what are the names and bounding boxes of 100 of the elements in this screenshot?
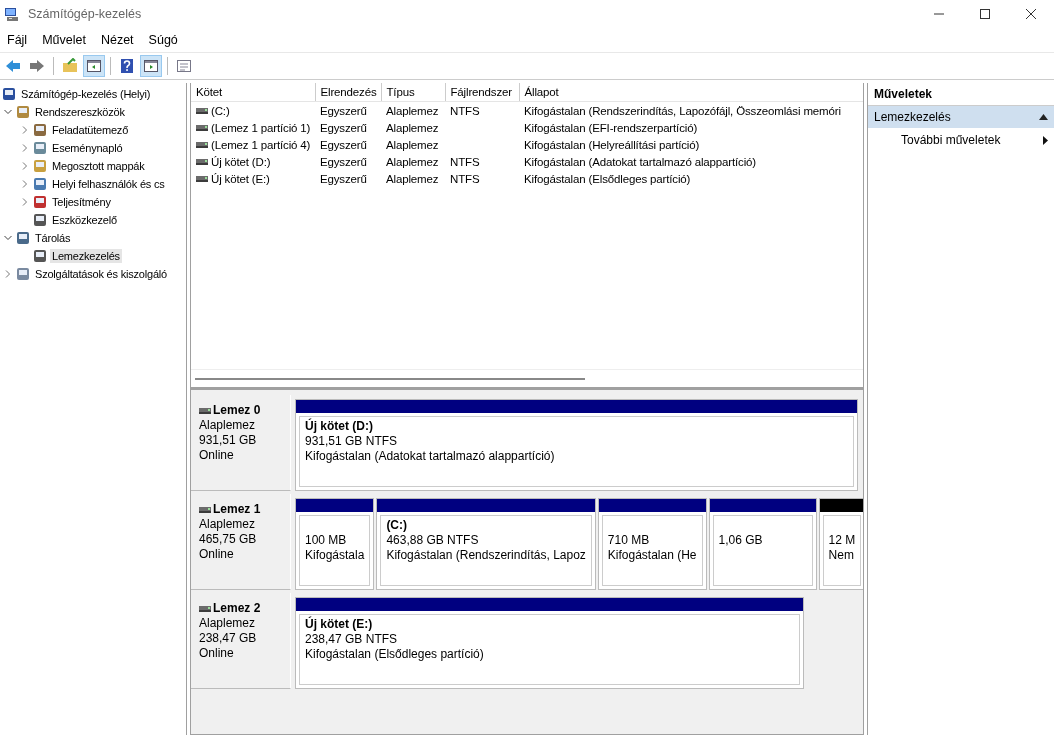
table-cell: Alaplemez [381,101,445,119]
tree-item[interactable]: Megosztott mappák [50,159,147,173]
table-cell-text: Alaplemez [385,137,440,153]
tree-item[interactable]: Eszközkezelő [50,213,119,227]
partition-block[interactable]: (C:) 463,88 GB NTFS Kifogástalan (Rendszerindítás, Lapoz [376,498,596,590]
partition-title: (C:) [386,518,409,533]
drive-icon [196,175,208,182]
table-cell-text: Egyszerű [319,154,368,170]
disk-size: 238,47 GB [199,631,258,646]
tree-item[interactable]: Helyi felhasználók és cs [50,177,167,191]
folder-icon [62,58,78,74]
table-cell: Kifogástalan (Rendszerindítás, Lapozófájl, Összeomlási memóri [519,101,863,119]
pane-toggle-button[interactable] [83,55,105,77]
tree-item-icon [32,176,48,192]
tree-item-icon [15,230,31,246]
menu-item[interactable]: Fájl [0,33,36,47]
menu-item[interactable]: Művelet [35,33,94,47]
drive-icon [196,107,208,114]
partition-status: Kifogástalan (He [607,548,697,563]
column-header[interactable]: Típus [381,83,445,102]
disk-name: Lemez 2 [213,601,261,616]
partition-block[interactable]: 710 MB Kifogástalan (He [597,498,707,590]
partition-block[interactable]: Új kötet (D:) 931,51 GB NTFS Kifogástalan (Adatokat tartalmazó alappartíció) [295,399,858,491]
scrollbar-thumb[interactable] [195,377,585,380]
pane-toggle-button[interactable] [140,55,162,77]
partition-block[interactable]: Új kötet (E:) 238,47 GB NTFS Kifogástalan (Elsődleges partíció) [295,597,804,689]
tree-item-icon [15,266,31,282]
partition-title: Új kötet (E:) [305,617,374,632]
chevron-right-icon[interactable] [21,162,29,170]
chevron-right-icon[interactable] [4,270,12,278]
window-title: Számítógép-kezelés [28,7,142,21]
table-cell-text: Egyszerű [319,171,368,187]
drive-icon [199,605,211,612]
menu-item[interactable]: Nézet [93,33,142,47]
partition-status: Kifogástalan (Adatokat tartalmazó alappartíció) [305,449,556,464]
chevron-right-icon[interactable] [21,198,29,206]
partition-size: 100 MB [305,533,348,548]
column-header[interactable]: Elrendezés [315,83,381,102]
disk-status: Online [199,646,235,661]
volume-name: Új kötet (D:) [211,155,271,168]
table-cell-text: Kifogástalan (Elsődleges partíció) [523,171,692,187]
tree-item[interactable]: Lemezkezelés [50,249,122,263]
table-cell-text: Kifogástalan (EFI-rendszerpartíció) [523,120,699,136]
chevron-down-icon[interactable] [4,234,12,242]
table-cell-text: Alaplemez [385,120,440,136]
partition-block[interactable]: 1,06 GB [708,498,817,590]
disk-type: Alaplemez [199,517,257,532]
close-button[interactable] [1025,8,1037,20]
menu-item[interactable]: Súgó [141,33,186,47]
maximize-button[interactable] [979,8,991,20]
collapse-triangle-icon[interactable] [1039,114,1048,120]
tree-item[interactable]: Feladatütemező [50,123,131,137]
partition-title: Új kötet (D:) [305,419,374,434]
drive-icon [196,141,208,148]
partition-status: Kifogástala [305,548,365,563]
tree-item-icon [32,248,48,264]
disk-type: Alaplemez [199,616,257,631]
action-item[interactable]: További műveletek [901,133,1001,147]
chevron-right-icon[interactable] [21,144,29,152]
disk-size: 931,51 GB [199,433,258,448]
table-cell-text: Alaplemez [385,154,440,170]
chevron-right-icon[interactable] [21,126,29,134]
tree-item-icon [15,104,31,120]
column-header[interactable]: Kötet [191,83,315,102]
table-cell: Egyszerű [315,101,381,119]
tree-item-icon [32,158,48,174]
tree-item[interactable]: Rendszereszközök [33,105,127,119]
table-cell-text: Kifogástalan (Helyreállítási partíció) [523,137,701,153]
disk-name: Lemez 0 [213,403,261,418]
partition-block[interactable]: 100 MB Kifogástala [295,498,375,590]
partition-size: 238,47 GB NTFS [305,632,399,647]
tree-item[interactable]: Eseménynapló [50,141,125,155]
drive-icon [196,124,208,131]
pane-toggle-icon [143,58,159,74]
partition-size: 463,88 GB NTFS [386,533,480,548]
column-header[interactable]: Fájlrendszer [445,83,519,102]
chevron-down-icon[interactable] [4,108,12,116]
tree-item-icon [1,86,17,102]
tree-item[interactable]: Számítógép-kezelés (Helyi) [19,87,153,101]
tree-item[interactable]: Tárolás [33,231,73,245]
chevron-right-icon[interactable] [21,180,29,188]
table-cell-text: NTFS [449,171,481,187]
partition-block[interactable]: 12 M Nem [818,498,863,590]
table-cell-text: NTFS [449,154,481,170]
partition-size: 931,51 GB NTFS [305,434,399,449]
volume-name: Új kötet (E:) [211,172,270,185]
tree-item[interactable]: Szolgáltatások és kiszolgáló [33,267,169,281]
tree-item[interactable]: Teljesítmény [50,195,113,209]
partition-size: 710 MB [607,533,651,548]
column-header[interactable]: Állapot [519,83,863,102]
partition-status: Kifogástalan (Rendszerindítás, Lapoz [386,548,586,563]
table-cell: NTFS [445,101,519,119]
tree-item-icon [32,194,48,210]
table-cell-text: Egyszerű [319,120,368,136]
volume-name: (C:) [211,104,230,117]
drive-icon [199,506,211,513]
tree-item-icon [32,122,48,138]
drive-icon [196,158,208,165]
forward-arrow-icon [29,58,45,74]
volume-name: (Lemez 1 partíció 1) [211,121,311,134]
